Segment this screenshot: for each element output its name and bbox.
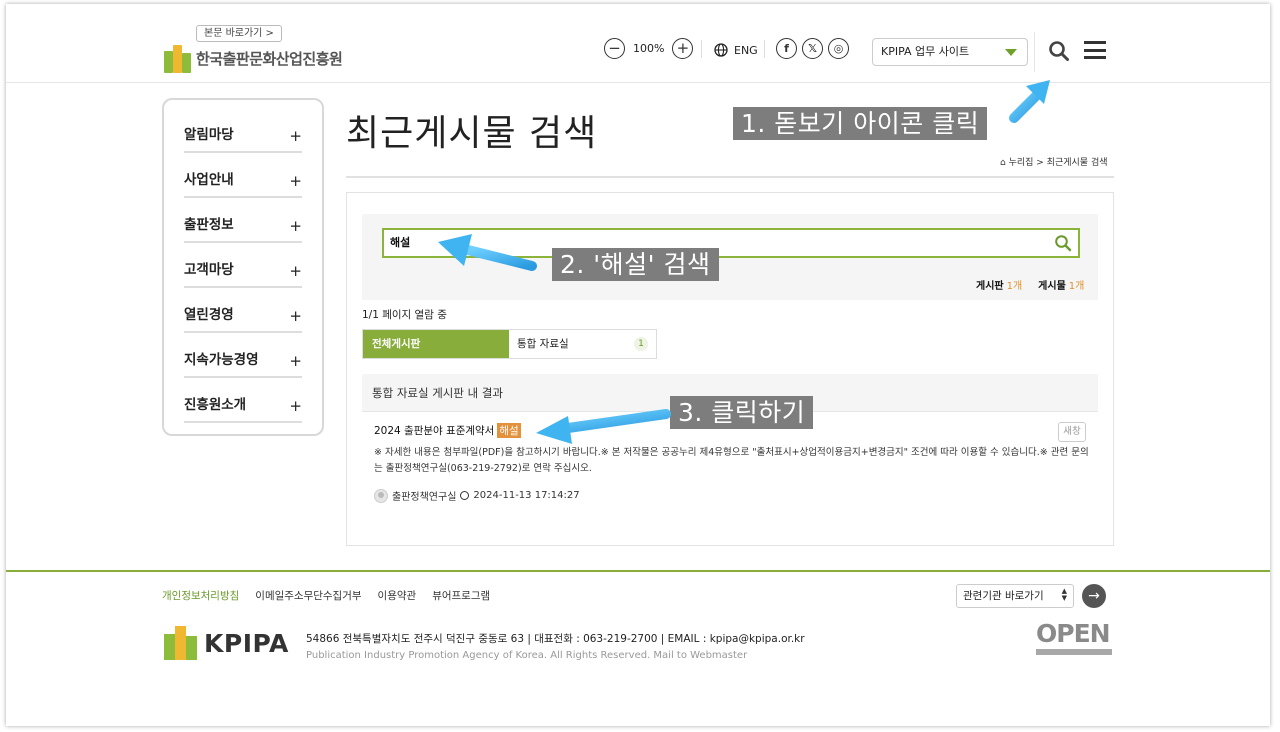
updown-arrows-icon: ▲ ▼ xyxy=(1061,587,1067,602)
footer-link-terms[interactable]: 이용약관 xyxy=(378,588,417,603)
go-arrow-button[interactable]: → xyxy=(1082,584,1106,608)
footer-link-email-refusal[interactable]: 이메일주소무단수집거부 xyxy=(255,588,361,603)
footer-divider xyxy=(6,570,1270,572)
logo-icon xyxy=(164,626,198,660)
footer-links: 개인정보처리방침 이메일주소무단수집거부 이용약관 뷰어프로그램 xyxy=(162,588,490,603)
footer-link-privacy[interactable]: 개인정보처리방침 xyxy=(162,588,239,603)
related-sites-select[interactable]: 관련기관 바로가기 ▲ ▼ xyxy=(956,584,1074,608)
browser-page: 본문 바로가기 > 한국출판문화산업진흥원 − 100% + ENG f 𝕏 ◎… xyxy=(6,4,1270,726)
arrow-to-search-icon xyxy=(1009,80,1050,123)
arrow-to-search-input xyxy=(438,234,537,271)
footer-link-viewer[interactable]: 뷰어프로그램 xyxy=(432,588,490,603)
footer-logo: KPIPA xyxy=(164,626,289,660)
open-license-logo: OPEN xyxy=(1036,620,1116,660)
arrow-to-result-title xyxy=(536,409,671,444)
footer-address: 54866 전북특별자치도 전주시 덕진구 중동로 63 | 대표전화 : 06… xyxy=(306,633,805,645)
footer-copyright: Publication Industry Promotion Agency of… xyxy=(306,650,748,661)
annotation-arrows xyxy=(438,80,1050,444)
